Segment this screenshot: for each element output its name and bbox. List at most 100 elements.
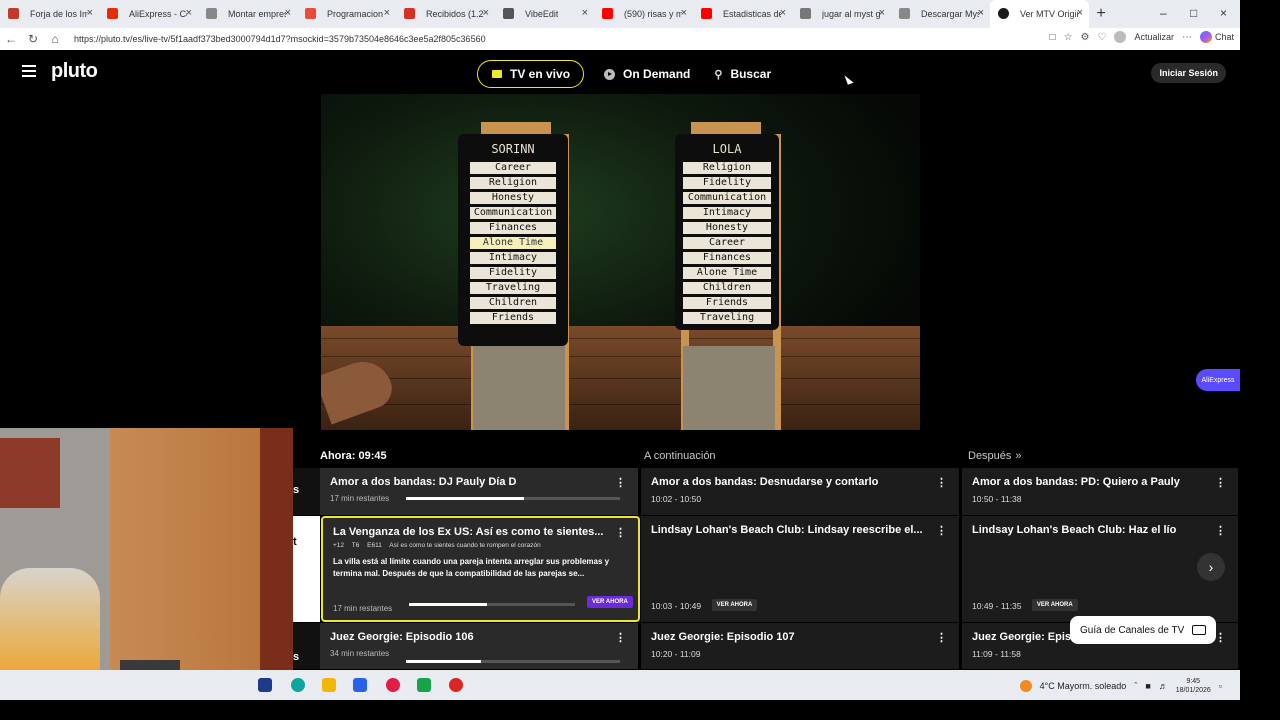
channel-logo[interactable]: s (293, 468, 320, 515)
browser-tab[interactable]: VibeEdit × (495, 0, 594, 28)
browser-tab[interactable]: Ver MTV Originals× (990, 0, 1089, 28)
copilot-chat-button[interactable]: Chat (1199, 31, 1234, 43)
browser-tab[interactable]: AliExpress - Compras× (99, 0, 198, 28)
more-options-icon[interactable]: ⋮ (615, 631, 626, 644)
edge-icon[interactable] (291, 678, 305, 692)
close-tab-icon[interactable]: × (285, 7, 291, 19)
more-options-icon[interactable]: ⋮ (936, 524, 947, 537)
tv-guide-label: Guía de Canales de TV (1080, 624, 1185, 636)
browser-tab[interactable]: jugar al myst gratis× (792, 0, 891, 28)
back-icon[interactable]: ← (0, 32, 22, 46)
browser-tab[interactable]: Forja de los Imperios× (0, 0, 99, 28)
browser-tab[interactable]: Descargar Myst × (891, 0, 990, 28)
browser-tab[interactable]: Montar empresa× (198, 0, 297, 28)
close-tab-icon[interactable]: × (681, 7, 687, 19)
close-tab-icon[interactable]: × (780, 7, 786, 19)
chevron-up-icon[interactable]: ˆ (1134, 681, 1137, 691)
program-cell-next[interactable]: Lindsay Lohan's Beach Club: Lindsay rees… (641, 516, 959, 622)
watch-now-button[interactable]: VER AHORA (587, 596, 633, 608)
close-tab-icon[interactable]: × (879, 7, 885, 19)
minimize-icon[interactable]: – (1160, 6, 1167, 20)
clock[interactable]: 9:45 18/01/2026 (1176, 677, 1211, 695)
close-tab-icon[interactable]: × (384, 7, 390, 19)
more-options-icon[interactable]: ⋮ (936, 631, 947, 644)
nav-on-demand[interactable]: On Demand (592, 60, 702, 88)
weather-text[interactable]: 4°C Mayorm. soleado (1040, 681, 1127, 691)
browser-tab[interactable]: Programacion TV× (297, 0, 396, 28)
browser-toolbar-right: □ ☆ ⚙ ♡ Actualizar ⋯ Chat (1050, 31, 1234, 43)
maximize-icon[interactable]: □ (1190, 6, 1197, 20)
volume-icon[interactable]: ♬ (1159, 681, 1168, 691)
watch-now-button[interactable]: VER AHORA (711, 598, 758, 611)
collections-icon[interactable]: ♡ (1098, 32, 1107, 43)
on-demand-icon (604, 68, 616, 80)
reader-icon[interactable]: □ (1050, 32, 1056, 43)
more-options-icon[interactable]: ⋮ (936, 476, 947, 489)
program-title: Juez Georgie: Episodio 106 (330, 631, 474, 643)
notifications-icon[interactable]: ▫ (1219, 681, 1222, 691)
windows-taskbar: 4°C Mayorm. soleado ˆ ■ ♬ 9:45 18/01/202… (0, 670, 1240, 700)
aliexpress-badge[interactable]: AliExpress (1196, 369, 1240, 391)
close-window-icon[interactable]: × (1220, 6, 1227, 20)
close-tab-icon[interactable]: × (87, 7, 93, 19)
program-cell-later[interactable]: Amor a dos bandas: PD: Quiero a Pauly 10… (962, 468, 1238, 515)
browser-tab[interactable]: (590) risas y mas× (594, 0, 693, 28)
program-cell-now-selected[interactable]: La Venganza de los Ex US: Así es como te… (321, 516, 640, 622)
favorite-icon[interactable]: ☆ (1064, 32, 1073, 43)
video-player[interactable]: SORINN Career Religion Honesty Communication… (321, 94, 920, 430)
tab-label: AliExpress - Compras (129, 9, 187, 19)
pluto-logo[interactable]: pluto (51, 60, 98, 83)
more-icon[interactable]: ⋯ (1182, 32, 1192, 43)
tab-favicon-icon (899, 8, 910, 19)
hamburger-menu-icon[interactable] (22, 65, 36, 77)
board-item: Career (683, 237, 771, 249)
opera-icon[interactable] (386, 678, 400, 692)
board-item: Alone Time (470, 237, 556, 249)
app-icon[interactable] (449, 678, 463, 692)
new-tab-icon[interactable]: + (1089, 5, 1113, 23)
more-options-icon[interactable]: ⋮ (1215, 631, 1226, 644)
store-icon[interactable] (353, 678, 367, 692)
network-icon[interactable]: ■ (1145, 681, 1150, 691)
guide-header-later[interactable]: Después» (968, 450, 1022, 462)
tv-guide-button[interactable]: Guía de Canales de TV (1070, 616, 1217, 644)
close-tab-icon[interactable]: × (978, 7, 984, 19)
home-icon[interactable]: ⌂ (44, 32, 66, 46)
more-options-icon[interactable]: ⋮ (1215, 524, 1226, 537)
url-field[interactable]: https://pluto.tv/es/live-tv/5f1aadf373be… (74, 34, 486, 44)
copilot-icon (1199, 31, 1212, 43)
more-options-icon[interactable]: ⋮ (615, 526, 626, 539)
extensions-icon[interactable]: ⚙ (1081, 32, 1090, 43)
channel-logo[interactable]: t (293, 516, 320, 622)
close-tab-icon[interactable]: × (186, 7, 192, 19)
close-tab-icon[interactable]: × (1077, 7, 1083, 19)
program-title: Amor a dos bandas: Desnudarse y contarlo (651, 476, 879, 488)
channel-logo[interactable]: s (293, 623, 320, 669)
update-button[interactable]: Actualizar (1134, 32, 1174, 42)
nav-tv-en-vivo[interactable]: TV en vivo (477, 60, 585, 88)
reload-icon[interactable]: ↻ (22, 32, 44, 46)
more-options-icon[interactable]: ⋮ (615, 476, 626, 489)
program-cell-next[interactable]: Amor a dos bandas: Desnudarse y contarlo… (641, 468, 959, 515)
program-time: 11:09 - 11:58 (972, 649, 1021, 659)
close-tab-icon[interactable]: × (582, 7, 588, 19)
scroll-right-button[interactable]: › (1197, 553, 1225, 581)
taskbar-app-icon[interactable] (258, 678, 272, 692)
more-options-icon[interactable]: ⋮ (1215, 476, 1226, 489)
browser-tab[interactable]: Estadisticas del video× (693, 0, 792, 28)
program-description: La villa está al límite cuando una parej… (333, 557, 610, 578)
program-cell-now[interactable]: Amor a dos bandas: DJ Pauly Día D 17 min… (320, 468, 638, 515)
progress-bar (406, 660, 620, 663)
close-tab-icon[interactable]: × (483, 7, 489, 19)
program-cell-next[interactable]: Juez Georgie: Episodio 107 10:20 - 11:09… (641, 623, 959, 669)
file-explorer-icon[interactable] (322, 678, 336, 692)
watch-now-button[interactable]: VER AHORA (1031, 598, 1078, 611)
signin-button[interactable]: Iniciar Sesión (1151, 63, 1226, 83)
nav-buscar[interactable]: ⚲ Buscar (702, 60, 783, 88)
profile-avatar[interactable] (1114, 31, 1127, 43)
app-icon[interactable] (417, 678, 431, 692)
browser-tab[interactable]: Recibidos (1.200)× (396, 0, 495, 28)
program-cell-now[interactable]: Juez Georgie: Episodio 106 34 min restan… (320, 623, 638, 669)
tab-favicon-icon (998, 8, 1009, 19)
channel-guide: Ahora: 09:45 A continuación Después» s A… (293, 444, 1238, 669)
